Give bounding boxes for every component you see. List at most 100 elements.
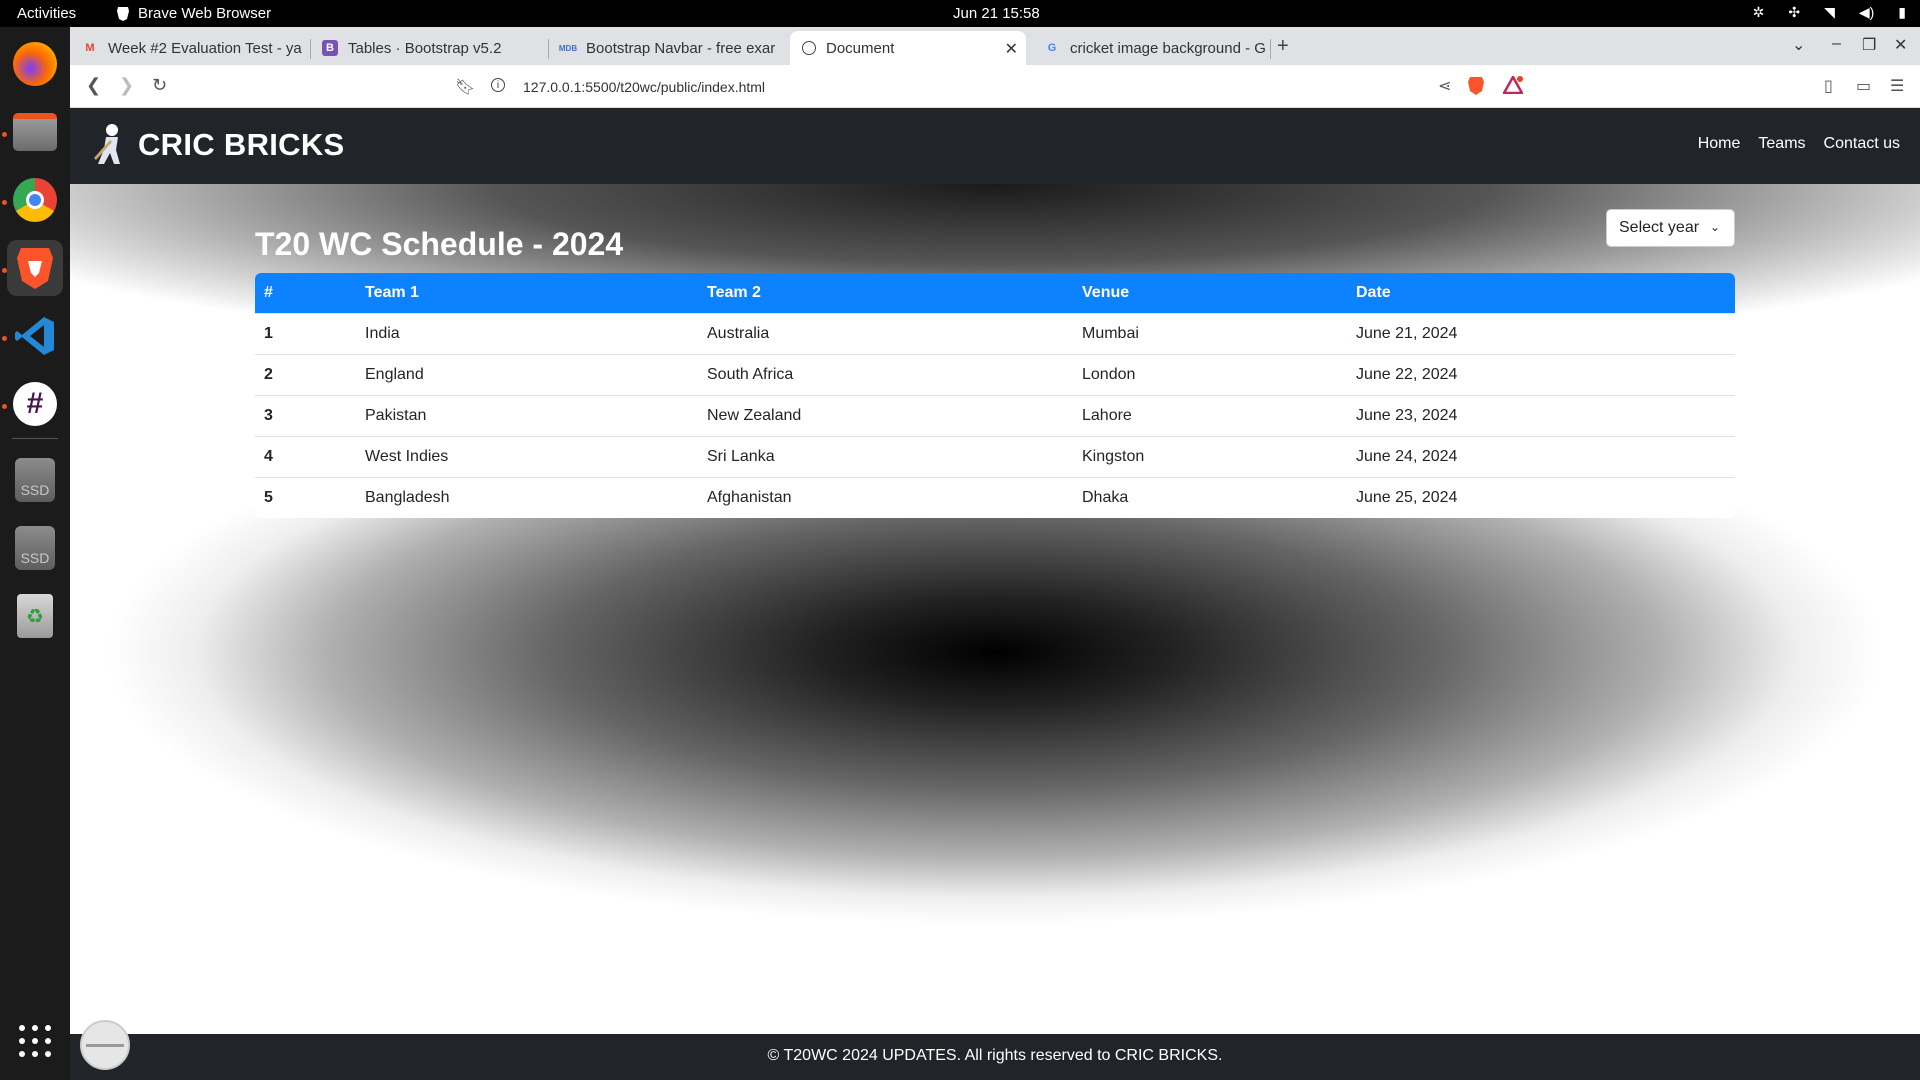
wallet-icon[interactable]: ▭ — [1856, 76, 1871, 96]
google-icon: G — [1047, 42, 1057, 54]
activities-button[interactable]: Activities — [17, 5, 76, 22]
brand-name: CRIC BRICKS — [138, 127, 345, 162]
cell-team-2: Sri Lanka — [698, 436, 1073, 477]
brave-launcher[interactable] — [7, 240, 63, 296]
table-row: 2 England South Africa London June 22, 2… — [255, 354, 1735, 395]
tab-label: Tables · Bootstrap v5.2 — [348, 39, 502, 57]
running-indicator — [2, 200, 7, 205]
running-indicator — [2, 336, 7, 341]
table-row: 3 Pakistan New Zealand Lahore June 23, 2… — [255, 395, 1735, 436]
bookmark-icon[interactable]: 🔖︎ — [455, 77, 475, 97]
nav-home-link[interactable]: Home — [1698, 135, 1741, 153]
cell-team-2: South Africa — [698, 354, 1073, 395]
tab-gmail[interactable]: M Week #2 Evaluation Test - ya — [70, 31, 308, 65]
volume-icon[interactable]: ◀) — [1859, 4, 1874, 21]
cell-date: June 24, 2024 — [1347, 436, 1735, 477]
ssd-drive-1[interactable]: SSD — [7, 452, 63, 508]
brave-icon — [17, 248, 53, 289]
maximize-button[interactable]: ❐ — [1862, 35, 1876, 55]
vscode-launcher[interactable] — [7, 308, 63, 364]
cell-venue: London — [1073, 354, 1347, 395]
url-text: 127.0.0.1:5500/t20wc/public/index.html — [523, 79, 766, 95]
year-select-dropdown[interactable]: Select year ⌄ — [1606, 209, 1735, 247]
running-indicator — [2, 268, 7, 273]
chrome-icon — [13, 178, 57, 222]
close-window-button[interactable]: ✕ — [1894, 35, 1907, 55]
extension-icon[interactable]: ✲ — [1753, 4, 1765, 21]
trash-launcher[interactable]: ♻ — [7, 588, 63, 644]
column-header: Team 1 — [356, 273, 698, 313]
globe-icon — [802, 41, 816, 55]
table-header-row: # Team 1 Team 2 Venue Date — [255, 273, 1735, 313]
minimize-button[interactable]: – — [1832, 35, 1841, 53]
wifi-icon[interactable]: ◥ — [1824, 4, 1835, 21]
reload-button[interactable]: ↻ — [152, 75, 167, 96]
brave-lion-icon — [117, 6, 129, 21]
table-row: 1 India Australia Mumbai June 21, 2024 — [255, 313, 1735, 354]
nav-contact-link[interactable]: Contact us — [1824, 135, 1900, 153]
page-title: T20 WC Schedule - 2024 — [255, 226, 624, 262]
column-header: Venue — [1073, 273, 1347, 313]
tab-label: Document — [826, 39, 895, 57]
browser-window: M Week #2 Evaluation Test - ya B Tables … — [70, 27, 1920, 1080]
cell-number: 2 — [255, 354, 356, 395]
footer-copyright: © T20WC 2024 UPDATES. All rights reserve… — [767, 1047, 1223, 1064]
files-launcher[interactable] — [7, 104, 63, 160]
slack-icon: # — [13, 382, 57, 426]
site-footer: © T20WC 2024 UPDATES. All rights reserve… — [70, 1034, 1920, 1080]
cell-number: 1 — [255, 313, 356, 354]
new-tab-button[interactable]: + — [1277, 35, 1289, 58]
tab-label: cricket image background - G — [1070, 39, 1266, 57]
slack-launcher[interactable]: # — [7, 376, 63, 432]
chrome-launcher[interactable] — [7, 172, 63, 228]
batsman-logo-icon — [94, 124, 120, 164]
bootstrap-icon: B — [322, 40, 338, 56]
address-bar[interactable]: 🔖︎ i 127.0.0.1:5500/t20wc/public/index.h… — [455, 70, 1605, 104]
menu-icon[interactable]: ☰ — [1890, 76, 1904, 96]
cell-number: 3 — [255, 395, 356, 436]
slack-tray-icon[interactable]: ✣ — [1788, 4, 1800, 21]
tab-google-search[interactable]: G cricket image background - G — [1032, 31, 1270, 65]
firefox-icon — [13, 42, 57, 86]
system-tray[interactable]: ✲ ✣ ◥ ◀) ▮ — [1753, 4, 1906, 21]
page-viewport: CRIC BRICKS Home Teams Contact us T20 WC… — [70, 108, 1920, 1080]
brand[interactable]: CRIC BRICKS — [88, 122, 345, 168]
dock-separator — [12, 438, 58, 439]
brave-rewards-icon[interactable] — [1501, 74, 1525, 99]
cell-team-1: Pakistan — [356, 395, 698, 436]
back-button[interactable]: ❮ — [86, 75, 101, 96]
table-row: 5 Bangladesh Afghanistan Dhaka June 25, … — [255, 477, 1735, 518]
cell-date: June 22, 2024 — [1347, 354, 1735, 395]
forward-button[interactable]: ❯ — [119, 75, 134, 96]
cell-team-2: Afghanistan — [698, 477, 1073, 518]
app-menu[interactable]: Brave Web Browser — [116, 5, 271, 22]
tab-bootstrap-tables[interactable]: B Tables · Bootstrap v5.2 — [310, 31, 546, 65]
show-apps-grid-icon[interactable] — [19, 1025, 51, 1057]
battery-icon[interactable]: ▮ — [1898, 4, 1906, 21]
site-info-icon[interactable]: i — [491, 78, 505, 92]
clock[interactable]: Jun 21 15:58 — [953, 5, 1040, 22]
nav-teams-link[interactable]: Teams — [1758, 135, 1805, 153]
year-select-label: Select year — [1619, 219, 1700, 236]
gmail-icon: M — [85, 42, 95, 54]
tab-search-chevron-icon[interactable]: ⌄ — [1792, 35, 1805, 55]
cell-team-1: West Indies — [356, 436, 698, 477]
column-header: # — [255, 273, 356, 313]
mdb-icon: MDB — [558, 43, 578, 53]
column-header: Date — [1347, 273, 1735, 313]
cell-venue: Kingston — [1073, 436, 1347, 477]
firefox-launcher[interactable] — [7, 36, 63, 92]
dock: # SSD SSD ♻ — [0, 27, 70, 1080]
running-indicator — [2, 132, 7, 137]
share-icon[interactable]: ⋖ — [1438, 76, 1451, 96]
sidebar-toggle-icon[interactable]: ▯ — [1824, 76, 1833, 96]
close-tab-icon[interactable]: ✕ — [1005, 39, 1018, 59]
ssd-drive-2[interactable]: SSD — [7, 520, 63, 576]
nav-links: Home Teams Contact us — [1698, 135, 1900, 153]
tab-bootstrap-navbar[interactable]: MDB Bootstrap Navbar - free exar — [548, 31, 784, 65]
cell-venue: Dhaka — [1073, 477, 1347, 518]
brave-shields-icon[interactable] — [1467, 76, 1485, 101]
cell-date: June 23, 2024 — [1347, 395, 1735, 436]
cell-team-1: India — [356, 313, 698, 354]
tab-document[interactable]: Document ✕ — [790, 31, 1026, 65]
